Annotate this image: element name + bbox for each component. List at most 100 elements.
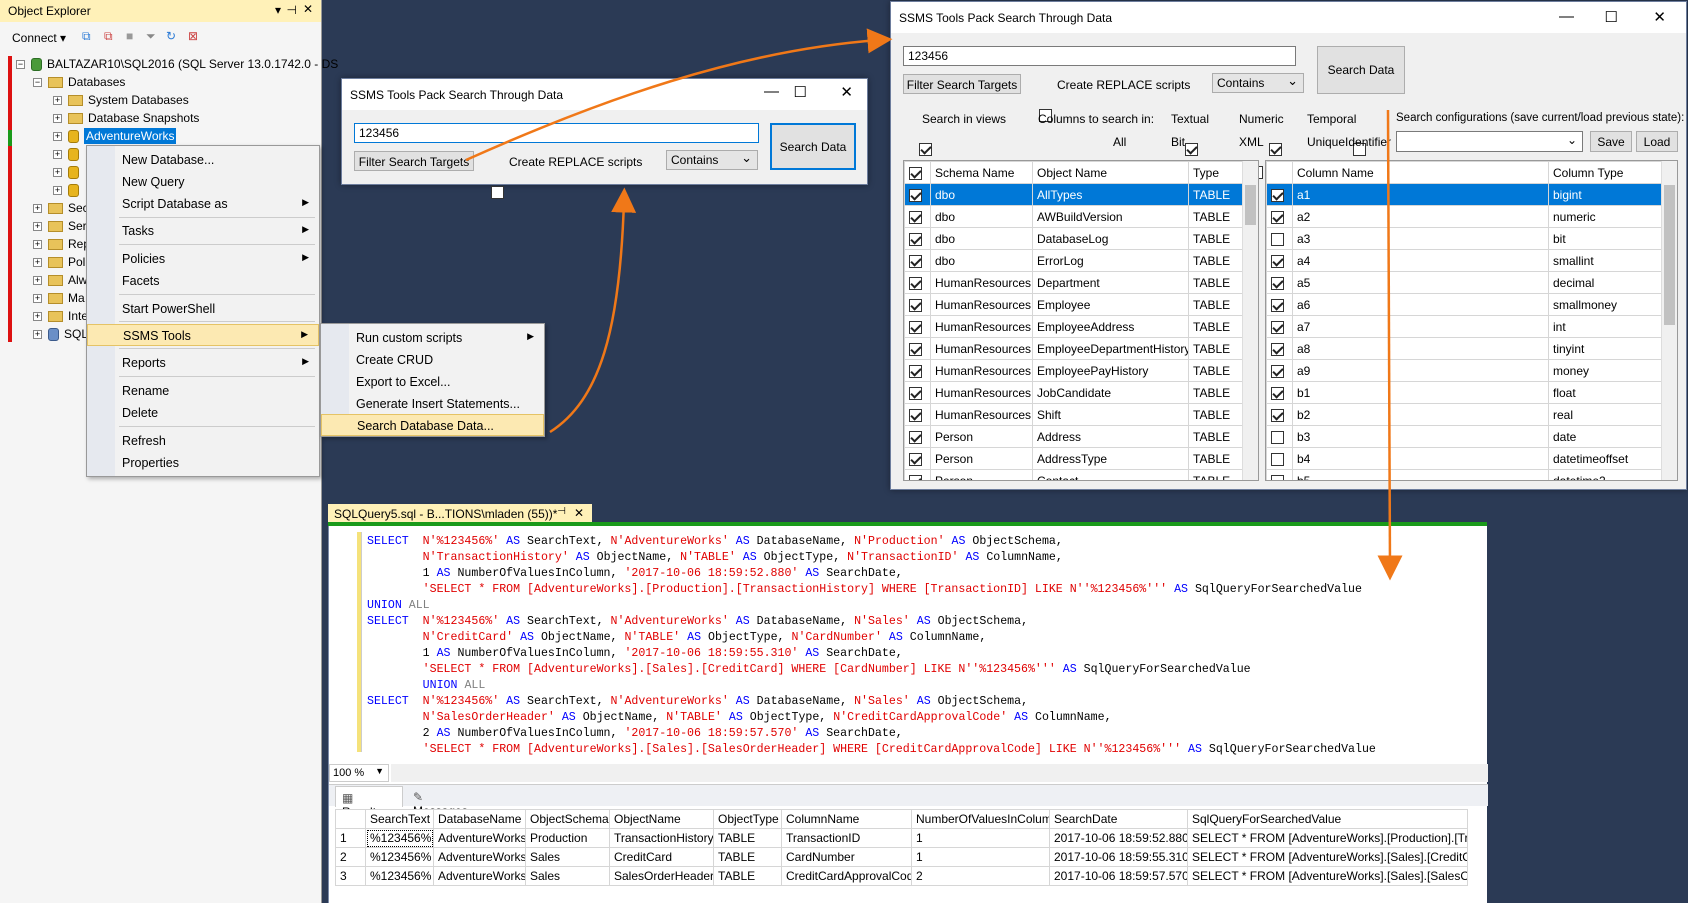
expand-icon[interactable]: + [53, 150, 62, 160]
grid-cell[interactable]: 2017-10-06 18:59:55.310 [1049, 847, 1188, 867]
grid-cell[interactable]: SELECT * FROM [AdventureWorks].[Sales].[… [1187, 866, 1468, 886]
row-checkbox-cell[interactable] [1266, 359, 1293, 382]
row-checkbox[interactable] [1271, 232, 1284, 246]
menu-start-powershell[interactable]: Start PowerShell [87, 298, 319, 320]
search-in-views-checkbox[interactable] [919, 143, 933, 157]
table-row[interactable]: dbo DatabaseLog TABLE [904, 227, 1245, 250]
close-icon[interactable]: ✕ [1653, 8, 1666, 26]
row-checkbox-cell[interactable] [904, 403, 931, 426]
menu-rename[interactable]: Rename [87, 380, 319, 402]
row-checkbox-cell[interactable] [1266, 183, 1293, 206]
tree-security[interactable]: + Sec [33, 201, 89, 219]
row-checkbox[interactable] [1271, 320, 1284, 334]
menu-delete[interactable]: Delete [87, 402, 319, 424]
row-checkbox-cell[interactable] [904, 381, 931, 404]
grid-cell[interactable]: 2 [335, 847, 366, 867]
row-checkbox[interactable] [1271, 188, 1284, 202]
refresh-icon[interactable]: ↻ [166, 29, 176, 43]
row-checkbox-cell[interactable] [1266, 271, 1293, 294]
row-checkbox-cell[interactable] [1266, 469, 1293, 480]
tree-databases-node[interactable]: − Databases [33, 75, 125, 93]
row-checkbox[interactable] [909, 188, 922, 202]
grid-cell[interactable]: TABLE [713, 828, 782, 848]
connect-icon[interactable]: ⧉ [82, 29, 91, 44]
connect-button[interactable]: Connect ▾ [12, 31, 66, 45]
grid-cell[interactable]: Sales [525, 847, 610, 867]
table-row[interactable]: Person AddressType TABLE [904, 447, 1245, 470]
column-header[interactable]: Column Name [1292, 161, 1549, 184]
menu-new-query[interactable]: New Query [87, 171, 319, 193]
scrollbar-thumb[interactable] [1664, 185, 1675, 325]
grid-cell[interactable]: %123456% [365, 847, 434, 867]
column-header[interactable]: SearchText [365, 809, 434, 829]
big-search-input[interactable]: 123456 [903, 46, 1296, 66]
column-header[interactable]: Type [1188, 161, 1245, 184]
tree-management[interactable]: + Ma [33, 291, 85, 309]
row-checkbox[interactable] [1271, 342, 1284, 356]
row-checkbox[interactable] [1271, 452, 1284, 466]
grid-cell[interactable]: 2 [911, 866, 1050, 886]
menu-properties[interactable]: Properties [87, 452, 319, 474]
grid-cell[interactable]: TransactionHistory [609, 828, 714, 848]
menu-reports[interactable]: Reports ▶ [87, 352, 319, 374]
row-checkbox[interactable] [909, 386, 922, 400]
menu-refresh[interactable]: Refresh [87, 430, 319, 452]
row-checkbox[interactable] [1271, 386, 1284, 400]
tree-database-snapshots[interactable]: + Database Snapshots [53, 111, 199, 129]
expand-icon[interactable]: + [33, 240, 42, 250]
row-checkbox[interactable] [909, 430, 922, 444]
row-checkbox-cell[interactable] [904, 337, 931, 360]
select-all-checkbox[interactable] [909, 166, 922, 180]
table-row[interactable]: a7 int [1266, 315, 1664, 338]
row-checkbox-cell[interactable] [904, 293, 931, 316]
expand-icon[interactable]: + [33, 276, 42, 286]
small-replace-checkbox[interactable] [491, 186, 504, 200]
table-row[interactable]: a3 bit [1266, 227, 1664, 250]
table-row[interactable]: b4 datetimeoffset [1266, 447, 1664, 470]
table-row[interactable]: b2 real [1266, 403, 1664, 426]
menu-run-custom-scripts[interactable]: Run custom scripts ▶ [321, 327, 544, 349]
row-checkbox-cell[interactable] [904, 271, 931, 294]
filter-icon[interactable]: ⏷ [146, 29, 156, 44]
big-filter-button[interactable]: Filter Search Targets [903, 74, 1021, 94]
row-checkbox-cell[interactable] [1266, 337, 1293, 360]
column-header[interactable]: ObjectSchema [525, 809, 610, 829]
row-checkbox-cell[interactable] [904, 447, 931, 470]
row-checkbox-cell[interactable] [904, 205, 931, 228]
tree-db-node[interactable]: + [53, 183, 84, 201]
expand-icon[interactable]: + [33, 258, 42, 268]
row-checkbox-cell[interactable] [904, 469, 931, 480]
expand-icon[interactable]: + [33, 294, 42, 304]
column-header[interactable]: Column Type [1548, 161, 1664, 184]
menu-generate-inserts[interactable]: Generate Insert Statements... [321, 393, 544, 415]
tab-messages[interactable]: ✎ Messages [407, 786, 481, 818]
expand-icon[interactable]: + [33, 312, 42, 322]
grid-cell[interactable]: AdventureWorks [433, 866, 526, 886]
column-header[interactable]: ColumnName [781, 809, 912, 829]
tab-query[interactable]: SQLQuery5.sql - B...TIONS\mladen (55))* … [328, 504, 592, 524]
grid-cell[interactable]: 1 [335, 828, 366, 848]
row-checkbox[interactable] [1271, 298, 1284, 312]
expand-icon[interactable]: + [53, 168, 62, 178]
row-checkbox[interactable] [909, 298, 922, 312]
table-row[interactable]: b1 float [1266, 381, 1664, 404]
grid-cell[interactable]: CreditCard [609, 847, 714, 867]
expand-icon[interactable]: + [53, 96, 62, 106]
tree-replication[interactable]: + Rep [33, 237, 90, 255]
collapse-icon[interactable]: − [33, 78, 42, 88]
grid-cell[interactable]: 1 [911, 847, 1050, 867]
tree-db-node[interactable]: + [53, 147, 84, 165]
table-row[interactable]: a5 decimal [1266, 271, 1664, 294]
menu-facets[interactable]: Facets [87, 270, 319, 292]
grid-cell[interactable]: TABLE [713, 866, 782, 886]
column-header[interactable]: ObjectName [609, 809, 714, 829]
dropdown-icon[interactable]: ▾ [275, 3, 281, 17]
menu-export-excel[interactable]: Export to Excel... [321, 371, 544, 393]
minimize-icon[interactable]: — [764, 83, 779, 100]
row-checkbox-cell[interactable] [1266, 447, 1293, 470]
tab-results[interactable]: ▦ Results [335, 786, 403, 819]
table-row[interactable]: dbo AllTypes TABLE [904, 183, 1245, 206]
grid-cell[interactable]: Sales [525, 866, 610, 886]
row-checkbox[interactable] [1271, 254, 1284, 268]
expand-icon[interactable]: + [53, 186, 62, 196]
